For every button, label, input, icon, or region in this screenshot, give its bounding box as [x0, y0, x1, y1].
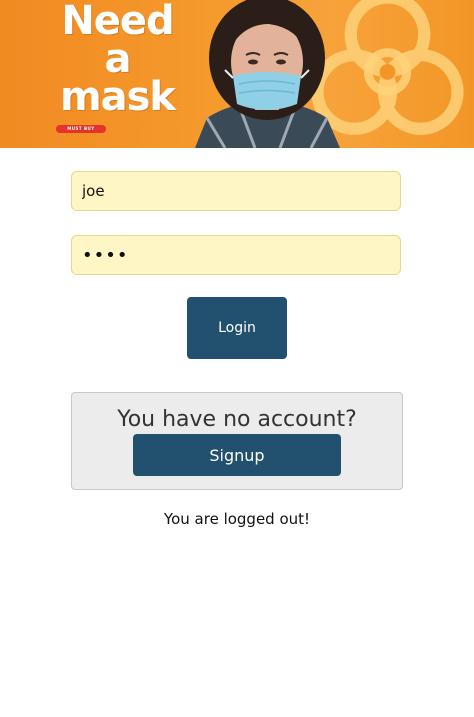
mask-ad-banner: Need a mask MUST BUY: [0, 0, 474, 148]
status-message: You are logged out!: [163, 510, 311, 528]
banner-title-line: mask: [59, 74, 176, 120]
login-page: Need a mask MUST BUY Login You have no a…: [0, 0, 474, 717]
signup-prompt: You have no account?: [117, 407, 357, 432]
signup-panel: You have no account? Signup: [71, 392, 403, 490]
username-field[interactable]: [71, 171, 401, 211]
banner-title: Need a mask: [50, 0, 185, 120]
banner-title-line: Need: [61, 0, 174, 44]
banner-title-line: a: [104, 36, 132, 82]
banner-tag: MUST BUY: [56, 125, 106, 133]
masked-woman-photo: [195, 0, 340, 148]
password-field[interactable]: [71, 235, 401, 275]
login-button[interactable]: Login: [187, 297, 287, 359]
signup-button[interactable]: Signup: [133, 434, 341, 476]
